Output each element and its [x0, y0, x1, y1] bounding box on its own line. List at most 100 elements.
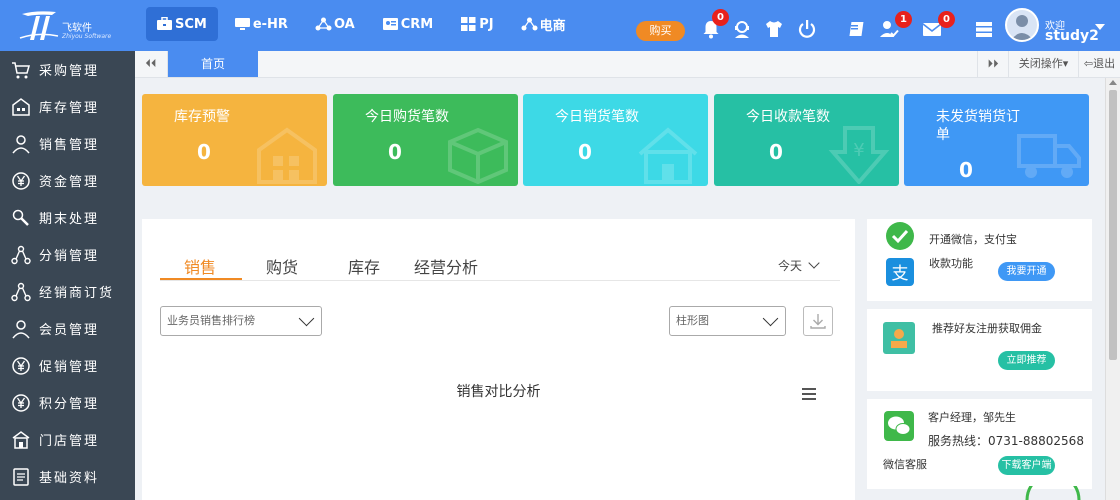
- recommend-now-button[interactable]: 立即推荐: [998, 351, 1055, 370]
- sidebar-item[interactable]: 采购管理: [0, 51, 135, 88]
- power-icon[interactable]: [796, 18, 818, 40]
- wrench-icon: [11, 208, 31, 228]
- nav-label: 电商: [539, 18, 566, 34]
- nav-label: e-HR: [252, 16, 288, 32]
- scroll-thumb[interactable]: [1109, 90, 1117, 360]
- chart-title: 销售对比分析: [456, 384, 541, 400]
- house-icon: [638, 127, 698, 184]
- period-dropdown[interactable]: 今天: [778, 257, 820, 274]
- buy-button[interactable]: 购买: [636, 21, 685, 41]
- period-label: 今天: [778, 259, 803, 273]
- sidebar-item-label: 采购管理: [39, 64, 100, 79]
- book-icon[interactable]: [844, 18, 866, 40]
- tab-business-analysis[interactable]: 经营分析: [414, 254, 478, 278]
- card-stock-warning[interactable]: 库存预警 0: [142, 94, 327, 186]
- card-today-purchases[interactable]: 今日购货笔数 0: [333, 94, 518, 186]
- referral-panel: 推荐好友注册获取佣金 立即推荐: [867, 309, 1092, 391]
- sidebar-item[interactable]: 会员管理: [0, 310, 135, 347]
- sidebar-item[interactable]: 分销管理: [0, 236, 135, 273]
- scroll-up-arrow[interactable]: [1109, 80, 1117, 85]
- document-icon: [11, 467, 31, 487]
- sidebar-item[interactable]: 期末处理: [0, 199, 135, 236]
- nav-label: PJ: [479, 16, 494, 32]
- company-logo[interactable]: 飞软件 Zhiyou Software: [18, 8, 128, 44]
- mail-badge: 0: [938, 11, 955, 28]
- logo-text: 飞软件: [62, 23, 92, 34]
- exit-button[interactable]: ⇦退出: [1078, 51, 1120, 77]
- scrollbar[interactable]: [1105, 78, 1120, 500]
- check-circle-icon: [886, 222, 914, 250]
- card-today-sales[interactable]: 今日销货笔数 0: [523, 94, 708, 186]
- dashboard-content: 库存预警 0 今日购货笔数 0 今日销货笔数 0 今日收款笔数 0 ¥ 未发货销…: [135, 78, 1105, 500]
- nav-ecommerce[interactable]: 电商: [511, 7, 577, 41]
- card-value: 0: [578, 140, 592, 164]
- card-today-receipts[interactable]: 今日收款笔数 0 ¥: [714, 94, 899, 186]
- download-client-button[interactable]: 下载客户端: [998, 456, 1055, 475]
- payment-promo-line1: 开通微信，支付宝: [929, 233, 1017, 246]
- tab-home[interactable]: 首页: [168, 51, 258, 77]
- sidebar-item[interactable]: 门店管理: [0, 421, 135, 458]
- nav-scm[interactable]: SCM: [146, 7, 218, 41]
- chart-menu-icon[interactable]: [802, 388, 816, 400]
- sidebar-item-label: 门店管理: [39, 434, 100, 449]
- sidebar-item[interactable]: 销售管理: [0, 125, 135, 162]
- card-unshipped-orders[interactable]: 未发货销货订单 0: [904, 94, 1089, 186]
- tab-sales[interactable]: 销售: [184, 254, 216, 278]
- sidebar-item[interactable]: 经销商订货: [0, 273, 135, 310]
- username[interactable]: study2: [1045, 28, 1099, 44]
- chart-type-select[interactable]: 柱形图: [669, 306, 786, 336]
- card-value: 0: [769, 140, 783, 164]
- card-title: 今日购货笔数: [365, 109, 449, 125]
- card-title: 库存预警: [174, 109, 230, 125]
- server-list-icon[interactable]: [973, 18, 995, 40]
- nav-crm[interactable]: CRM: [372, 7, 445, 41]
- sidebar: 采购管理库存管理销售管理资金管理期末处理分销管理 经销商订货 会员管理 促销管理 积分管…: [0, 51, 135, 500]
- truck-icon: [1017, 134, 1081, 178]
- box-icon: [448, 127, 508, 184]
- tab-purchases[interactable]: 购货: [266, 254, 298, 278]
- referral-text: 推荐好友注册获取佣金: [932, 322, 1042, 335]
- store-icon: [11, 430, 31, 450]
- sidebar-item-label: 销售管理: [39, 138, 100, 153]
- download-button[interactable]: [803, 306, 833, 336]
- sidebar-item[interactable]: 积分管理: [0, 384, 135, 421]
- tab-divider: [160, 280, 840, 281]
- nav-ehr[interactable]: e-HR: [224, 7, 299, 41]
- avatar[interactable]: [1005, 8, 1039, 42]
- close-operations-menu[interactable]: 关闭操作▾: [1008, 51, 1078, 77]
- sidebar-item[interactable]: 库存管理: [0, 88, 135, 125]
- account-manager-text: 客户经理，邹先生: [928, 411, 1016, 424]
- card-value: 0: [388, 140, 402, 164]
- nav-pj[interactable]: PJ: [450, 7, 504, 41]
- card-title: 今日销货笔数: [555, 109, 639, 125]
- chevron-down-icon: [298, 310, 315, 327]
- exit-icon: ⇦: [1083, 57, 1094, 70]
- tab-inventory[interactable]: 库存: [348, 254, 380, 278]
- payment-promo-panel: 支 开通微信，支付宝 收款功能 我要开通: [867, 219, 1092, 301]
- exit-label: 退出: [1093, 57, 1116, 70]
- tabs-scroll-right-button[interactable]: ⏵⏵: [977, 51, 1008, 77]
- sales-chart-panel: 销售 购货 库存 经营分析 今天 业务员销售排行榜 柱形图 销售对比分析: [142, 219, 855, 500]
- download-icon: [810, 314, 826, 329]
- sidebar-item-label: 库存管理: [39, 101, 100, 116]
- ranking-select-value: 业务员销售排行榜: [167, 314, 255, 327]
- sidebar-item-label: 期末处理: [39, 212, 100, 227]
- warehouse-icon: [257, 127, 317, 184]
- sidebar-item[interactable]: 促销管理: [0, 347, 135, 384]
- progress-ring-fragment: [1025, 486, 1081, 500]
- sidebar-item[interactable]: 资金管理: [0, 162, 135, 199]
- nav-oa[interactable]: OA: [305, 7, 366, 41]
- wechat-icon: [884, 411, 914, 441]
- tabs-scroll-left-button[interactable]: ⏴⏴: [135, 51, 168, 77]
- ranking-select[interactable]: 业务员销售排行榜: [160, 306, 322, 336]
- distribution-icon: [11, 282, 31, 302]
- svg-text:¥: ¥: [853, 140, 864, 161]
- chevron-down-icon[interactable]: [1095, 24, 1105, 30]
- yen-download-icon: ¥: [828, 126, 890, 184]
- tshirt-icon[interactable]: [763, 18, 785, 40]
- open-payment-button[interactable]: 我要开通: [998, 262, 1055, 281]
- alipay-icon: 支: [886, 258, 914, 286]
- support-agent-icon[interactable]: [731, 18, 753, 40]
- sidebar-item[interactable]: 基础资料: [0, 458, 135, 495]
- tab-bar: ⏴⏴ 首页 ⏵⏵ 关闭操作▾ ⇦退出: [135, 51, 1120, 78]
